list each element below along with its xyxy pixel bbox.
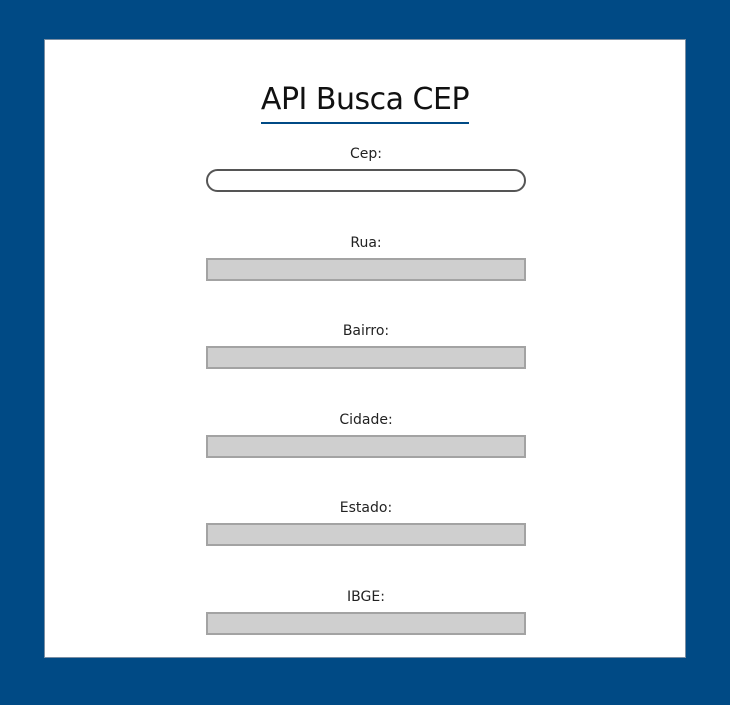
rua-field-group: Rua: [206,233,526,281]
cidade-label: Cidade: [339,412,393,428]
ibge-label: IBGE: [347,589,385,605]
estado-field-group: Estado: [206,498,526,546]
form-card: API Busca CEP Cep: Rua: Bairro: Cidade: … [44,39,686,658]
bairro-input[interactable] [206,346,526,369]
cep-input[interactable] [206,169,526,192]
cidade-input[interactable] [206,435,526,458]
estado-input[interactable] [206,523,526,546]
rua-input[interactable] [206,258,526,281]
page-title: API Busca CEP [260,80,470,125]
cep-label: Cep: [350,146,382,162]
ibge-input[interactable] [206,612,526,635]
bairro-label: Bairro: [342,323,390,339]
header: API Busca CEP [45,60,685,144]
bairro-field-group: Bairro: [206,321,526,369]
rua-label: Rua: [350,235,382,251]
cidade-field-group: Cidade: [206,410,526,458]
cep-field-group: Cep: [206,144,526,192]
estado-label: Estado: [339,500,393,516]
ibge-field-group: IBGE: [206,587,526,635]
